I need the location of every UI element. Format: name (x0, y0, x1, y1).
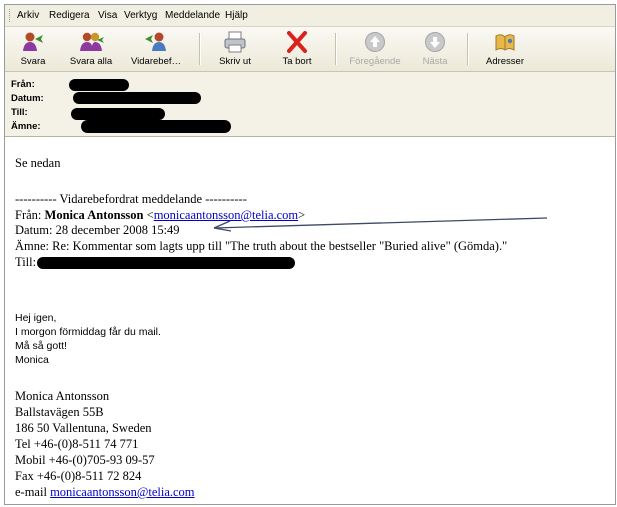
signature-email-prefix: e-mail (15, 485, 51, 499)
menu-hjalp[interactable]: Hjälp (225, 5, 248, 26)
redacted-to-address (37, 257, 295, 269)
forward-button[interactable]: Vidarebef… (125, 29, 187, 69)
delete-icon (285, 31, 309, 53)
reply-all-button[interactable]: Svara alla (63, 29, 119, 69)
toolbar-separator (335, 33, 337, 65)
delete-button[interactable]: Ta bort (275, 29, 319, 69)
forward-label: Vidarebef… (131, 56, 181, 67)
printer-icon (223, 31, 247, 53)
sender-name: Monica Antonsson (44, 208, 144, 222)
redacted-subject (81, 120, 231, 133)
tomorrow-line: I morgon förmiddag får du mail. (15, 326, 161, 338)
date-label: Datum: (11, 93, 44, 104)
menu-meddelande[interactable]: Meddelande (165, 5, 220, 26)
menu-bar: Arkiv Redigera Visa Verktyg Meddelande H… (5, 5, 615, 27)
signature-email-link[interactable]: monicaantonsson@telia.com (50, 485, 194, 499)
forward-divider: ---------- Vidarebefordrat meddelande --… (15, 192, 247, 206)
signature-mobil: Mobil +46-(0)705-93 09-57 (15, 453, 155, 467)
to-label: Till: (11, 107, 28, 118)
forward-icon (144, 31, 168, 53)
redacted-date (73, 92, 201, 104)
redacted-from (69, 79, 129, 91)
forwarded-subject-line: Ämne: Re: Kommentar som lagts upp till "… (15, 239, 508, 253)
menu-arkiv[interactable]: Arkiv (17, 5, 39, 26)
reply-button[interactable]: Svara (11, 29, 55, 69)
print-button[interactable]: Skriv ut (213, 29, 257, 69)
arrow-up-icon (363, 31, 387, 53)
reply-label: Svara (20, 56, 46, 67)
menu-redigera[interactable]: Redigera (49, 5, 90, 26)
signature-email-line: e-mail monicaantonsson@telia.com (15, 485, 195, 499)
addresses-button[interactable]: Adresser (479, 29, 531, 69)
menu-verktyg[interactable]: Verktyg (124, 5, 157, 26)
subject-label: Ämne: (11, 121, 41, 132)
forwarded-date-line: Datum: 28 december 2008 15:49 (15, 223, 180, 237)
signature-name: Monica Antonsson (15, 389, 110, 403)
addresses-label: Adresser (485, 56, 524, 67)
message-header: Från: Datum: Till: Ämne: (5, 72, 615, 137)
menu-visa[interactable]: Visa (98, 5, 117, 26)
reply-icon (21, 31, 45, 53)
arrow-down-icon (423, 31, 447, 53)
print-label: Skriv ut (219, 56, 251, 67)
wish-line: Må så gott! (15, 340, 67, 352)
greeting-line: Hej igen, (15, 312, 57, 324)
next-label: Nästa (422, 56, 448, 67)
annotation-arrow (213, 217, 548, 232)
signature-fax: Fax +46-(0)8-511 72 824 (15, 469, 142, 483)
sign-line: Monica (15, 354, 49, 366)
toolbar-separator (199, 33, 201, 65)
email-open-bracket: < (143, 208, 154, 222)
from-prefix: Från: (15, 208, 45, 222)
message-body: Se nedan ---------- Vidarebefordrat medd… (5, 137, 615, 504)
forwarded-to-line: Till: (15, 255, 37, 269)
previous-button[interactable]: Föregående (345, 29, 405, 69)
next-button[interactable]: Nästa (413, 29, 457, 69)
delete-label: Ta bort (282, 56, 312, 67)
menu-grip (9, 9, 12, 22)
signature-street: Ballstavägen 55B (15, 405, 104, 419)
mail-window: Arkiv Redigera Visa Verktyg Meddelande H… (4, 4, 616, 505)
signature-tel: Tel +46-(0)8-511 74 771 (15, 437, 139, 451)
redacted-to (71, 108, 165, 120)
address-book-icon (493, 31, 517, 53)
intro-line: Se nedan (15, 156, 61, 170)
reply-all-label: Svara alla (69, 56, 113, 67)
toolbar: Svara Svara alla Vidarebef… Skriv ut Ta … (5, 27, 615, 72)
toolbar-separator (467, 33, 469, 65)
signature-city: 186 50 Vallentuna, Sweden (15, 421, 152, 435)
previous-label: Föregående (349, 56, 401, 67)
reply-all-icon (79, 31, 104, 53)
from-label: Från: (11, 79, 35, 90)
